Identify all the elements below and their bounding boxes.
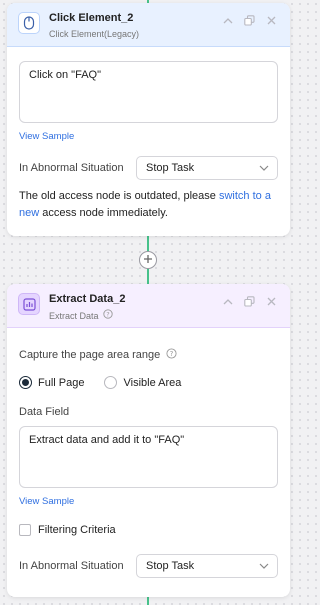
close-icon[interactable]	[265, 14, 278, 27]
close-icon[interactable]	[265, 295, 278, 308]
radio-visible-area[interactable]: Visible Area	[104, 376, 181, 389]
filtering-criteria-checkbox[interactable]: Filtering Criteria	[19, 524, 278, 536]
select-value: Stop Task	[146, 162, 195, 174]
help-icon[interactable]: ?	[166, 346, 177, 364]
mouse-icon	[18, 12, 40, 34]
checkbox-icon	[19, 524, 31, 536]
radio-selected-icon	[19, 376, 32, 389]
connector-bottom	[147, 597, 149, 605]
node-title: Click Element_2	[49, 12, 134, 24]
click-element-node[interactable]: Click Element_2 Click Element(Legacy) Cl…	[7, 3, 290, 236]
filtering-criteria-label: Filtering Criteria	[38, 524, 116, 536]
radio-full-page-label: Full Page	[38, 376, 85, 389]
svg-text:?: ?	[106, 310, 109, 318]
view-sample-link[interactable]: View Sample	[19, 131, 278, 142]
duplicate-icon[interactable]	[243, 295, 256, 308]
node-subtitle: Click Element(Legacy)	[49, 29, 140, 39]
chevron-down-icon	[259, 560, 269, 572]
extract-data-icon	[18, 293, 40, 315]
add-step-button[interactable]	[139, 251, 157, 269]
add-icon	[143, 251, 153, 269]
view-sample-link[interactable]: View Sample	[19, 496, 278, 507]
chevron-up-icon[interactable]	[221, 14, 234, 27]
node-header[interactable]: Extract Data_2 Extract Data ?	[7, 284, 290, 328]
help-icon[interactable]: ?	[102, 309, 113, 322]
click-target-input[interactable]: Click on "FAQ"	[19, 61, 278, 123]
abnormal-situation-label: In Abnormal Situation	[19, 560, 124, 572]
select-value: Stop Task	[146, 560, 195, 572]
data-field-input[interactable]: Extract data and add it to "FAQ"	[19, 426, 278, 488]
abnormal-situation-select[interactable]: Stop Task	[136, 156, 278, 180]
extract-data-node[interactable]: Extract Data_2 Extract Data ? Capture th…	[7, 284, 290, 597]
chevron-up-icon[interactable]	[221, 295, 234, 308]
node-header[interactable]: Click Element_2 Click Element(Legacy)	[7, 3, 290, 47]
abnormal-situation-select[interactable]: Stop Task	[136, 554, 278, 578]
node-title: Extract Data_2	[49, 293, 126, 305]
radio-visible-area-label: Visible Area	[123, 376, 182, 389]
data-field-label: Data Field	[19, 406, 70, 418]
outdated-node-warning: The old access node is outdated, please …	[19, 190, 271, 219]
duplicate-icon[interactable]	[243, 14, 256, 27]
abnormal-situation-label: In Abnormal Situation	[19, 162, 124, 174]
capture-range-label: Capture the page area range	[19, 349, 161, 361]
radio-unselected-icon	[104, 376, 118, 389]
radio-full-page[interactable]: Full Page	[19, 376, 84, 389]
svg-text:?: ?	[170, 350, 174, 358]
node-subtitle: Extract Data	[49, 310, 99, 321]
chevron-down-icon	[259, 162, 269, 174]
